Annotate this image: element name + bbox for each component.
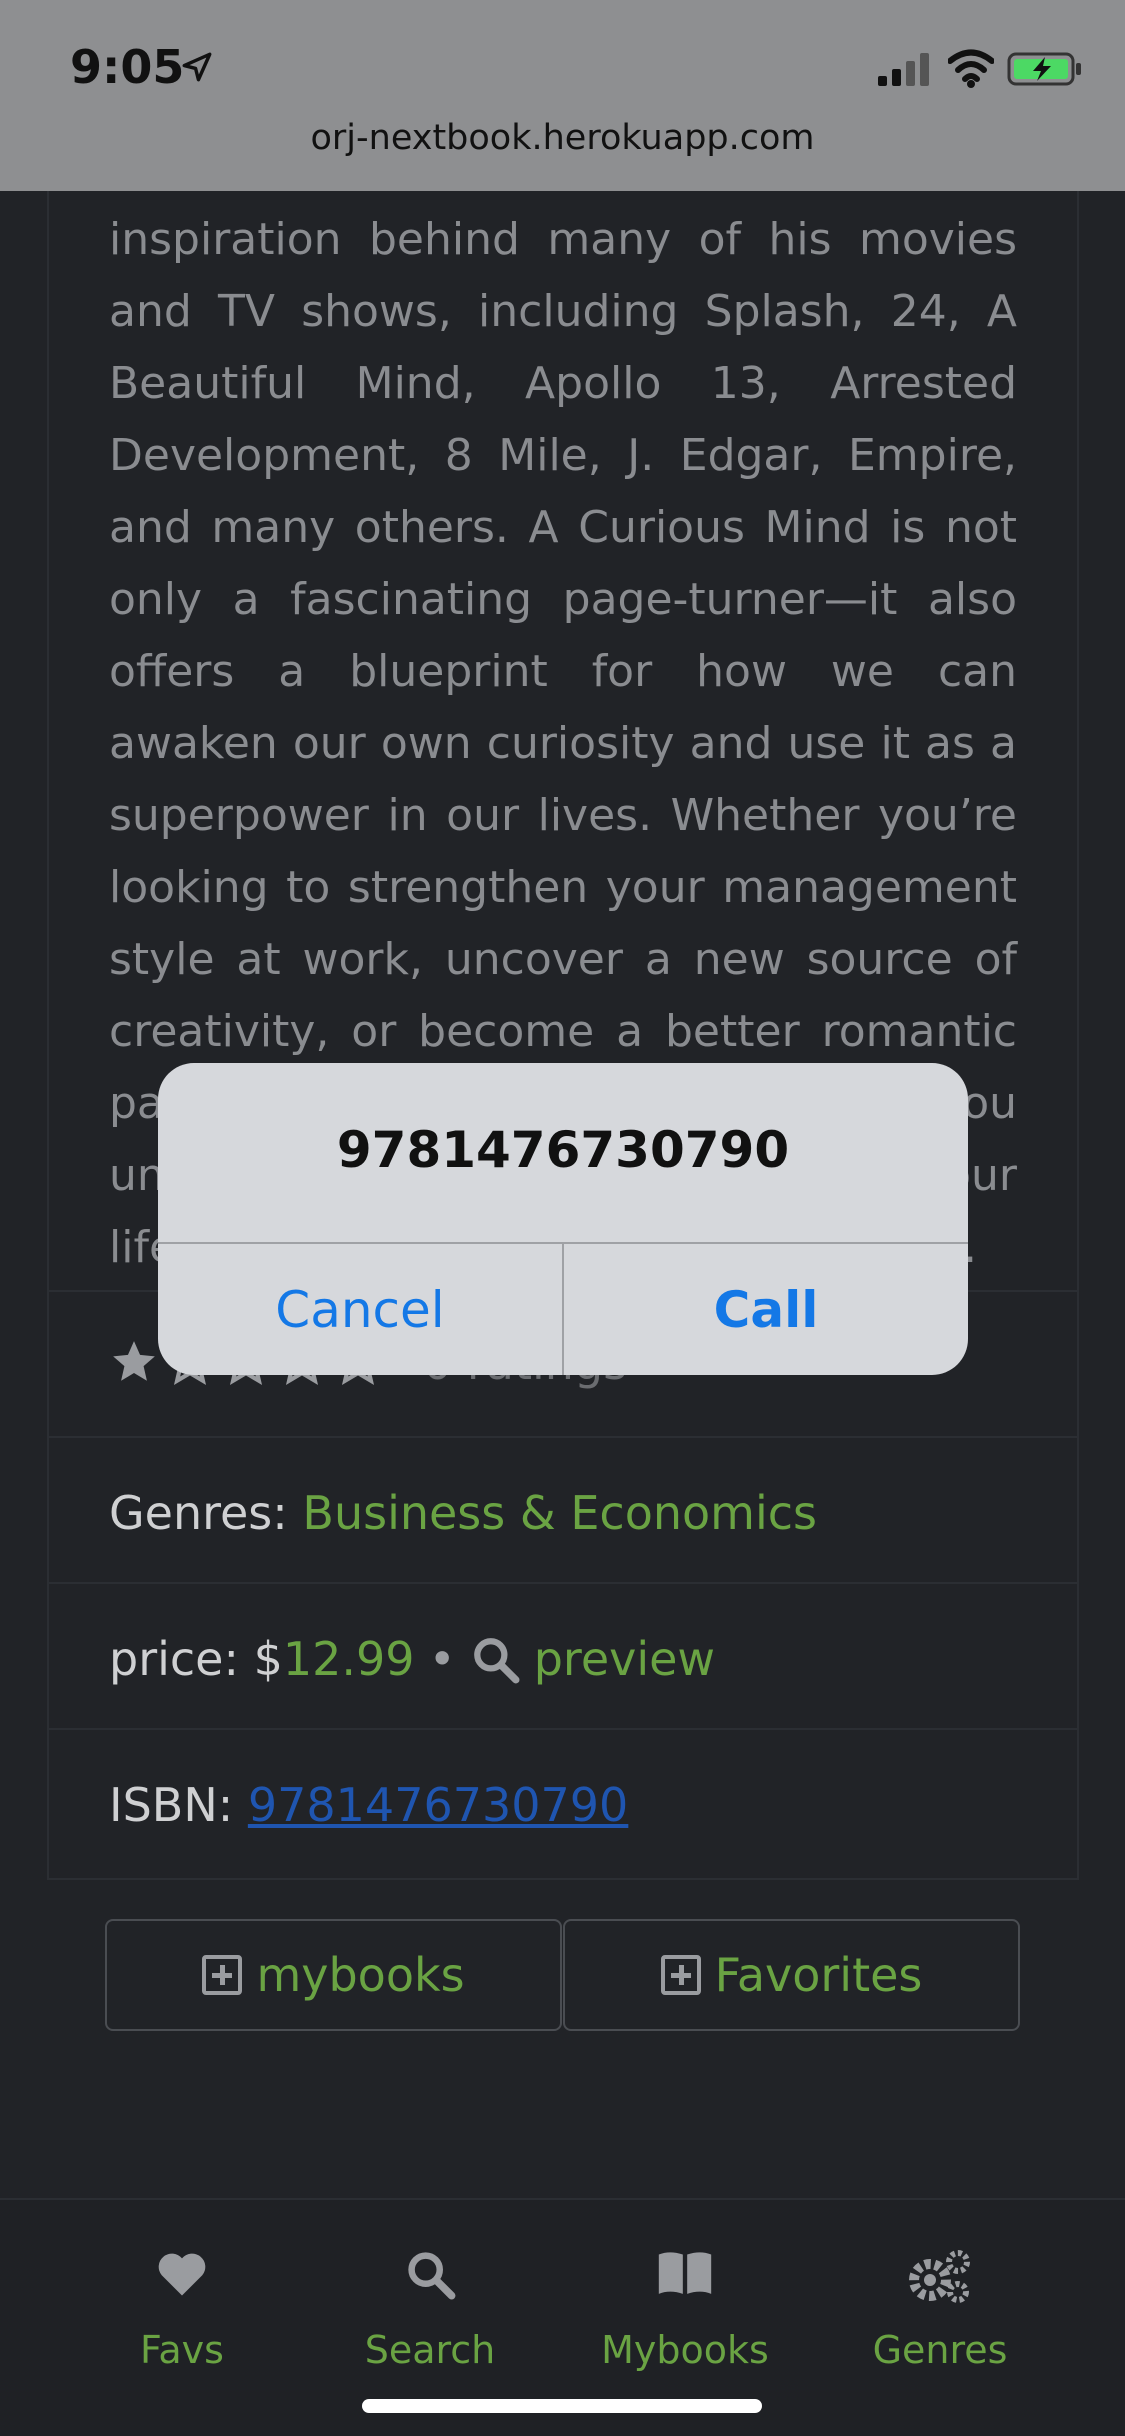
- open-book-icon: [658, 2252, 712, 2294]
- genres-row: Genres: Business & Economics: [48, 1436, 1078, 1582]
- home-indicator[interactable]: [362, 2399, 762, 2413]
- tab-mybooks[interactable]: Mybooks: [585, 2200, 785, 2400]
- add-to-favorites-label: Favorites: [714, 1948, 923, 2002]
- genre-link[interactable]: Business & Economics: [302, 1486, 817, 1540]
- star-filled-icon: [113, 1341, 155, 1381]
- tab-mybooks-label: Mybooks: [601, 2328, 769, 2372]
- add-to-favorites-button[interactable]: Favorites: [563, 1919, 1020, 2031]
- isbn-phone-link[interactable]: 9781476730790: [248, 1778, 628, 1832]
- preview-link[interactable]: preview: [534, 1632, 715, 1686]
- isbn-row: ISBN: 9781476730790: [48, 1728, 1078, 1874]
- plus-square-icon: [202, 1955, 243, 1995]
- address-bar-url[interactable]: orj-nextbook.herokuapp.com: [0, 118, 1125, 158]
- wifi-icon: [948, 49, 994, 88]
- price-separator: •: [428, 1632, 456, 1686]
- price-label: price: $: [109, 1632, 283, 1686]
- location-arrow-icon: [182, 52, 212, 82]
- cellular-signal-icon: [878, 53, 929, 86]
- battery-charging-icon: [1007, 52, 1081, 86]
- genres-label: Genres:: [109, 1486, 303, 1540]
- tab-search-label: Search: [364, 2328, 496, 2372]
- call-alert-dialog: 9781476730790 Cancel Call: [158, 1063, 968, 1375]
- price-row: price: $12.99 • preview: [48, 1582, 1078, 1728]
- tab-search[interactable]: Search: [330, 2200, 530, 2400]
- status-bar: 9:05 orj-nextbook.herokuapp.com: [0, 0, 1125, 191]
- gears-icon: [909, 2250, 970, 2303]
- isbn-label: ISBN:: [109, 1778, 248, 1832]
- heart-icon: [158, 2253, 206, 2296]
- call-button[interactable]: Call: [564, 1244, 968, 1375]
- price-value: 12.99: [282, 1632, 415, 1686]
- tab-genres-label: Genres: [872, 2328, 1008, 2372]
- search-icon[interactable]: [470, 1634, 520, 1684]
- alert-phone-number: 9781476730790: [336, 1121, 790, 1179]
- tab-favs-label: Favs: [140, 2328, 224, 2372]
- search-icon: [408, 2252, 456, 2300]
- cancel-button[interactable]: Cancel: [158, 1244, 562, 1375]
- tab-favs[interactable]: Favs: [82, 2200, 282, 2400]
- status-time: 9:05: [70, 40, 185, 94]
- add-to-mybooks-label: mybooks: [256, 1948, 465, 2002]
- tab-genres[interactable]: Genres: [840, 2200, 1040, 2400]
- add-to-mybooks-button[interactable]: mybooks: [105, 1919, 562, 2031]
- plus-square-icon: [660, 1955, 701, 1995]
